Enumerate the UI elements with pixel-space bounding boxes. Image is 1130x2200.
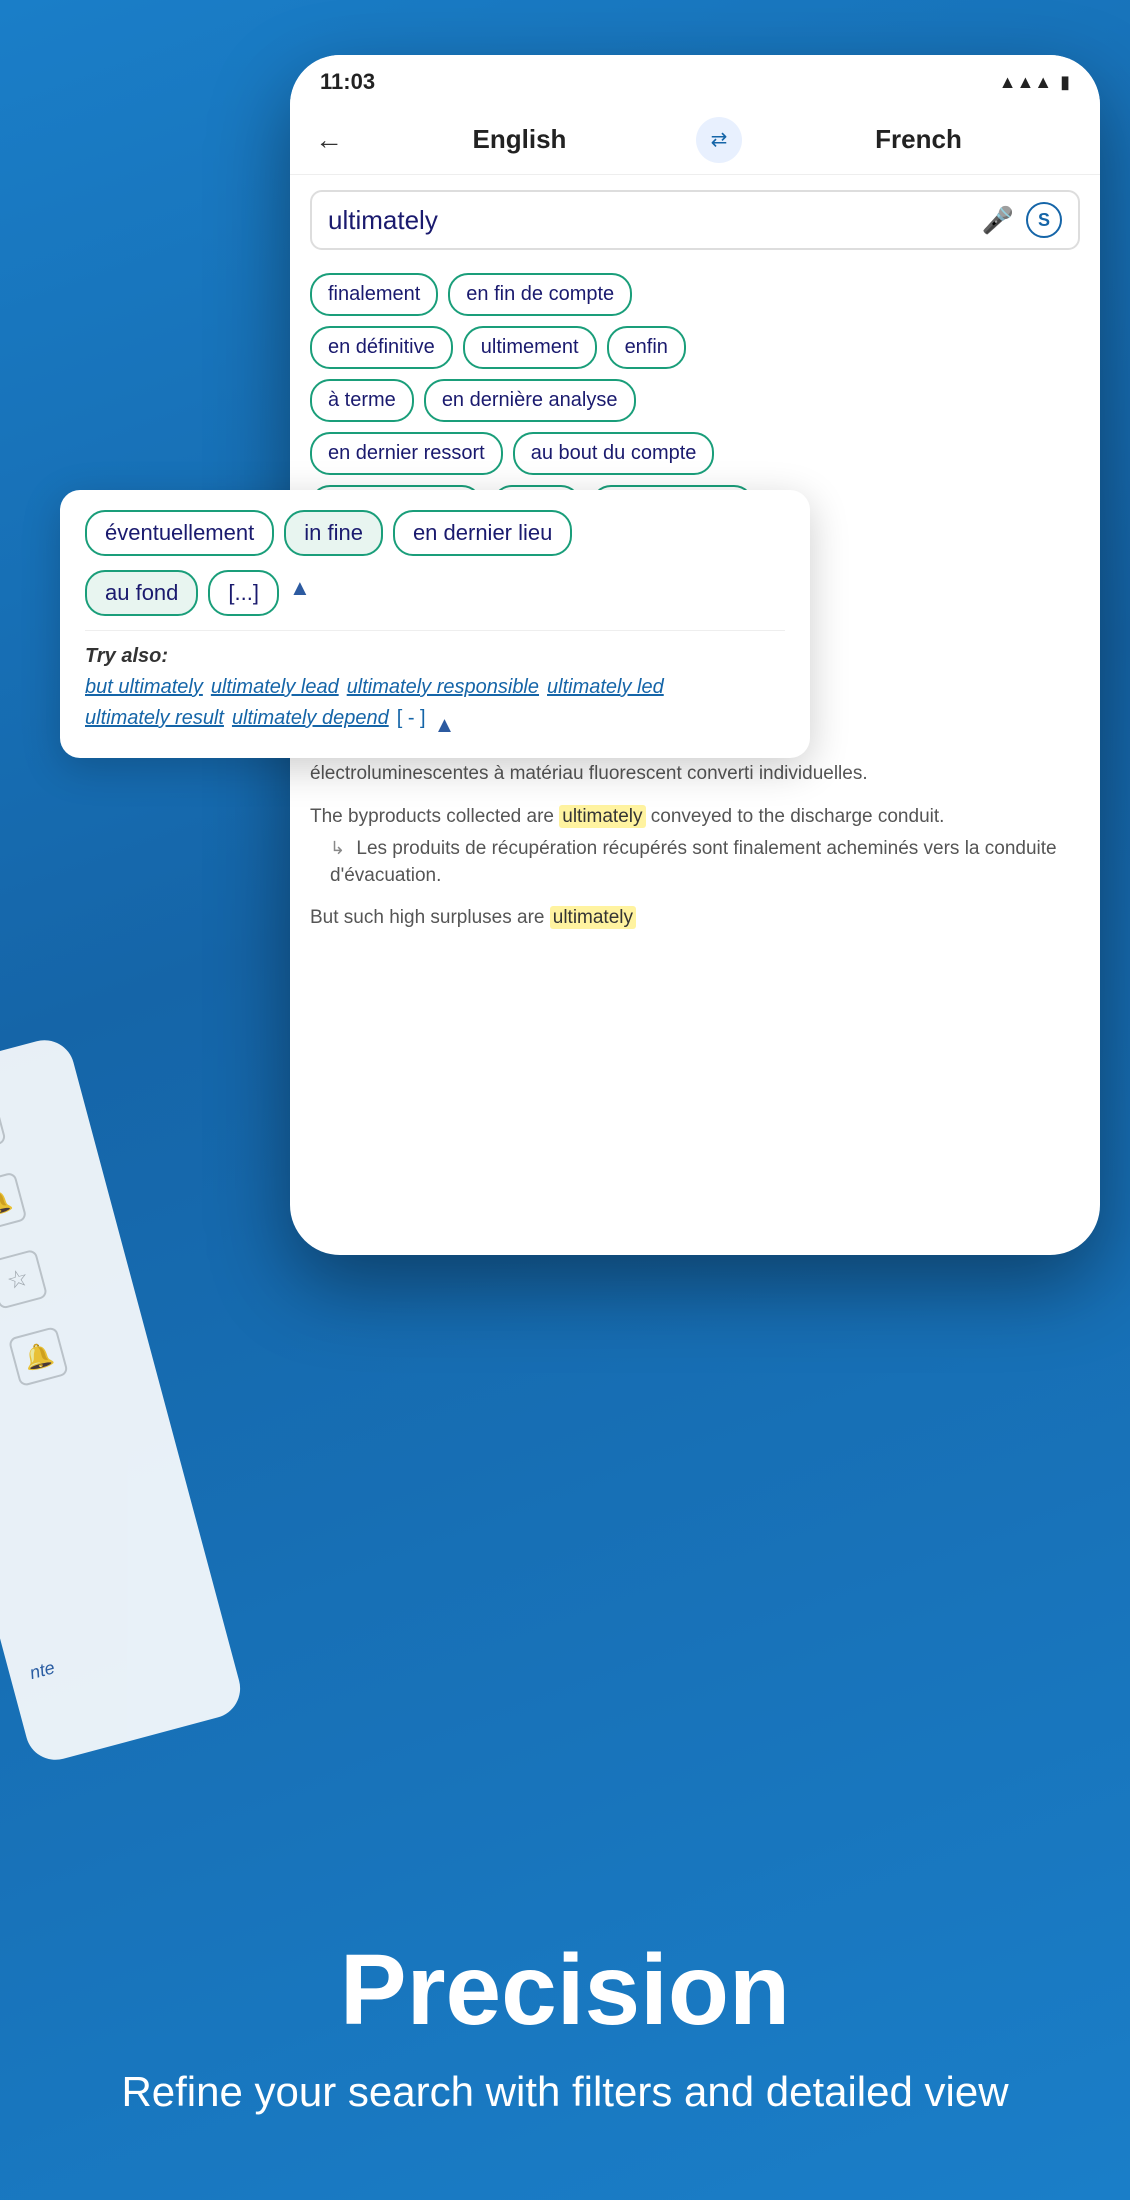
try-link-ultimately-result[interactable]: ultimately result	[85, 707, 224, 738]
chip-en-dernier-ressort[interactable]: en dernier ressort	[310, 432, 503, 475]
example-en-text-3: But such high surpluses are ultimately	[310, 905, 1080, 932]
status-bar: 11:03 ▲▲▲ ▮	[290, 55, 1100, 105]
example-partial-text: But such high surpluses are	[310, 907, 544, 928]
try-link-but-ultimately[interactable]: but ultimately	[85, 676, 203, 699]
overlay-chip-en-dernier-lieu[interactable]: en dernier lieu	[393, 510, 572, 556]
back-button[interactable]: ←	[315, 124, 343, 156]
example-block-1: électroluminescentes à matériau fluoresc…	[310, 761, 1080, 788]
chip-row-3: à terme en dernière analyse	[310, 379, 1080, 422]
overlay-card: éventuellement in fine en dernier lieu a…	[60, 490, 810, 758]
example-block-2: The byproducts collected are ultimately …	[310, 804, 1080, 890]
chip-finalement[interactable]: finalement	[310, 273, 438, 316]
arrow-icon: ↳	[330, 838, 345, 858]
chip-row-2: en définitive ultimement enfin	[310, 326, 1080, 369]
swap-languages-button[interactable]: ⇄	[696, 117, 742, 163]
chip-ultimement[interactable]: ultimement	[463, 326, 597, 369]
search-input[interactable]: ultimately	[328, 205, 970, 236]
try-also-label: Try also:	[85, 645, 168, 667]
overlay-chips-row-1: éventuellement in fine en dernier lieu	[85, 510, 785, 556]
background-card: ☆ 🔔 ☆ 🔔 nte	[0, 1033, 247, 1766]
chip-row-4: en dernier ressort au bout du compte	[310, 432, 1080, 475]
example-block-3: But such high surpluses are ultimately	[310, 905, 1080, 932]
target-language[interactable]: French	[762, 124, 1075, 155]
chip-en-fin-de-compte[interactable]: en fin de compte	[448, 273, 632, 316]
search-bar: ultimately 🎤 S	[310, 190, 1080, 250]
overlay-chip-in-fine[interactable]: in fine	[284, 510, 383, 556]
try-link-ultimately-responsible[interactable]: ultimately responsible	[347, 676, 539, 699]
star-icon-bg2: ☆	[0, 1249, 48, 1310]
example-fr-content: Les produits de récupération récupérés s…	[330, 838, 1057, 886]
status-icons: ▲▲▲ ▮	[999, 72, 1070, 93]
try-also-section: Try also: but ultimately ultimately lead…	[85, 630, 785, 738]
battery-icon: ▮	[1060, 72, 1070, 93]
overlay-chip-au-fond[interactable]: au fond	[85, 570, 198, 616]
try-link-ultimately-lead[interactable]: ultimately lead	[211, 676, 339, 699]
overlay-chip-bracket[interactable]: [...]	[208, 570, 279, 616]
try-link-ultimately-led[interactable]: ultimately led	[547, 676, 664, 699]
swap-icon: ⇄	[711, 127, 728, 152]
example-en-suffix: conveyed to the discharge conduit.	[646, 806, 945, 827]
bell-icon-bg2: 🔔	[8, 1326, 69, 1387]
bracket-collapse-link[interactable]: [ - ]	[397, 707, 426, 738]
microphone-button[interactable]: 🎤	[982, 205, 1014, 236]
signal-icon: ▲▲▲	[999, 72, 1052, 93]
source-language[interactable]: English	[363, 124, 676, 155]
overlay-chip-eventuellement[interactable]: éventuellement	[85, 510, 274, 556]
bottom-section: Precision Refine your search with filter…	[0, 1875, 1130, 2200]
examples-area: électroluminescentes à matériau fluoresc…	[290, 746, 1100, 963]
chip-row-1: finalement en fin de compte	[310, 273, 1080, 316]
example-en-prefix: The byproducts collected are	[310, 806, 559, 827]
collapse-arrow-2[interactable]: ▲	[434, 712, 456, 738]
header-bar: ← English ⇄ French	[290, 105, 1100, 175]
chip-en-definitive[interactable]: en définitive	[310, 326, 453, 369]
overlay-chips-row-2: au fond [...] ▲	[85, 570, 785, 616]
status-time: 11:03	[320, 69, 375, 95]
example-en-text-2: The byproducts collected are ultimately …	[310, 804, 1080, 831]
chip-enfin[interactable]: enfin	[607, 326, 686, 369]
precision-subtitle: Refine your search with filters and deta…	[40, 2065, 1090, 2120]
example-en-text-1: électroluminescentes à matériau fluoresc…	[310, 761, 1080, 788]
try-link-ultimately-depend[interactable]: ultimately depend	[232, 707, 389, 738]
bg-card-text: nte	[28, 1657, 58, 1684]
example-fr-text-2: ↳ Les produits de récupération récupérés…	[310, 836, 1080, 889]
bell-icon-bg: 🔔	[0, 1171, 28, 1232]
search-container: ultimately 🎤 S	[290, 175, 1100, 265]
example-highlight-2: ultimately	[550, 906, 636, 929]
example-highlight-ultimately: ultimately	[559, 805, 645, 828]
chip-au-bout-du-compte[interactable]: au bout du compte	[513, 432, 715, 475]
chip-a-terme[interactable]: à terme	[310, 379, 414, 422]
try-also-links: but ultimately ultimately lead ultimatel…	[85, 676, 785, 738]
app-badge-button[interactable]: S	[1026, 202, 1062, 238]
chip-en-derniere-analyse[interactable]: en dernière analyse	[424, 379, 636, 422]
precision-title: Precision	[40, 1935, 1090, 2045]
collapse-arrow-1[interactable]: ▲	[289, 575, 311, 616]
star-icon-bg: ☆	[0, 1094, 7, 1155]
